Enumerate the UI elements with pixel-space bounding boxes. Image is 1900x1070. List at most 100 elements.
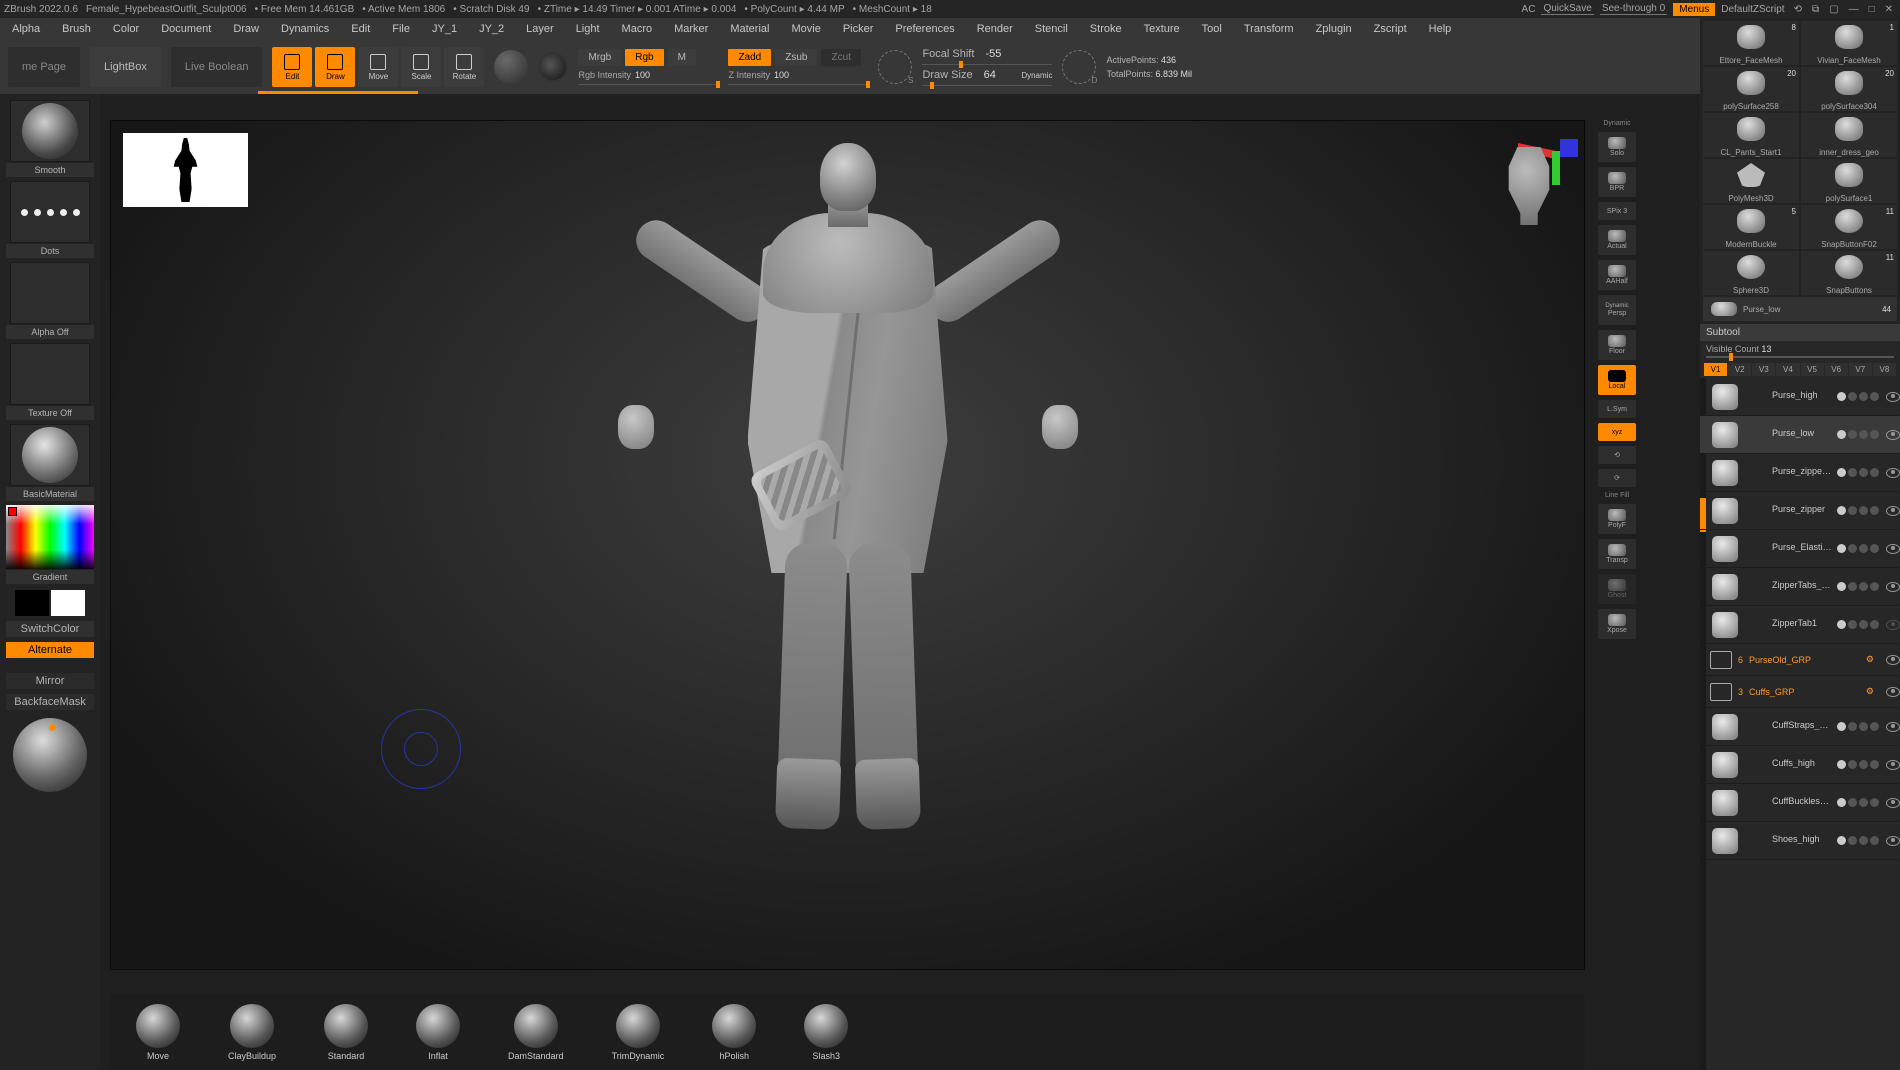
toggle-icon[interactable] [1859,836,1868,845]
library-item[interactable]: 1Vivian_FaceMesh [1801,21,1897,65]
ghost-button[interactable]: Ghost [1598,574,1636,604]
persp-button[interactable]: DynamicPersp [1598,295,1636,325]
toggle-icon[interactable] [1848,836,1857,845]
swatch-white[interactable] [51,590,85,616]
visible-count[interactable]: Visible Count 13 [1700,341,1900,361]
seethrough-slider[interactable]: See-through 0 [1600,3,1667,15]
paint-toggle[interactable] [1837,430,1846,439]
alternate-button[interactable]: Alternate [6,642,94,658]
paint-toggle[interactable] [1837,620,1846,629]
toggle-icon[interactable] [1848,620,1857,629]
brush-preset[interactable]: Standard [324,1004,368,1061]
menu-item[interactable]: Help [1429,23,1452,35]
viewport[interactable] [110,120,1585,970]
toggle-icon[interactable] [1870,722,1879,731]
menu-item[interactable]: Edit [351,23,370,35]
menu-item[interactable]: Transform [1244,23,1294,35]
visibility-eye-icon[interactable] [1886,687,1900,697]
solo-button[interactable]: Solo [1598,132,1636,162]
visibility-eye-icon[interactable] [1886,760,1900,770]
toggle-icon[interactable] [1848,506,1857,515]
xyz-button[interactable]: xyz [1598,423,1636,441]
menu-item[interactable]: Zplugin [1316,23,1352,35]
toggle-icon[interactable] [1848,798,1857,807]
toggle-icon[interactable] [1870,582,1879,591]
library-item[interactable]: inner_dress_geo [1801,113,1897,157]
library-item[interactable]: 20polySurface258 [1703,67,1799,111]
paint-toggle[interactable] [1837,582,1846,591]
switch-color-button[interactable]: SwitchColor [6,621,94,637]
visibility-eye-icon[interactable] [1886,468,1900,478]
paint-toggle[interactable] [1837,544,1846,553]
aahalf-button[interactable]: AAHalf [1598,260,1636,290]
visibility-eye-icon[interactable] [1886,544,1900,554]
focal-shift-slider[interactable] [922,64,1052,65]
vtab[interactable]: V4 [1776,363,1799,376]
subtool-item[interactable]: CuffBuckles_high [1700,784,1900,822]
default-zscript[interactable]: DefaultZScript [1721,4,1784,15]
alpha-slot[interactable]: Alpha Off [6,262,94,339]
paint-toggle[interactable] [1837,506,1846,515]
maximize-icon[interactable]: □ [1866,4,1878,15]
quicksave-button[interactable]: QuickSave [1541,3,1593,15]
transp-button[interactable]: Transp [1598,539,1636,569]
menu-item[interactable]: Brush [62,23,91,35]
menu-item[interactable]: JY_2 [479,23,504,35]
brush-preset[interactable]: DamStandard [508,1004,564,1061]
paint-toggle[interactable] [1837,836,1846,845]
toggle-icon[interactable] [1848,430,1857,439]
visibility-eye-icon[interactable] [1886,620,1900,630]
subtool-item[interactable]: Cuffs_high [1700,746,1900,784]
subtool-item[interactable]: Purse_ElasticStrap_high [1700,530,1900,568]
polyf-button[interactable]: PolyF [1598,504,1636,534]
menu-item[interactable]: JY_1 [432,23,457,35]
vtab[interactable]: V5 [1801,363,1824,376]
brush-preset[interactable]: TrimDynamic [612,1004,665,1061]
menu-item[interactable]: Stencil [1035,23,1068,35]
toggle-icon[interactable] [1870,544,1879,553]
rgb-intensity-slider[interactable] [578,84,718,85]
vtab[interactable]: V3 [1752,363,1775,376]
menu-item[interactable]: Preferences [895,23,954,35]
toggle-icon[interactable] [1859,430,1868,439]
z-intensity-slider[interactable] [728,84,868,85]
toggle-icon[interactable] [1870,506,1879,515]
bpr-button[interactable]: BPR [1598,167,1636,197]
color-picker[interactable]: Gradient [6,505,94,584]
zadd-button[interactable]: Zadd [728,49,771,66]
toggle-icon[interactable] [1859,544,1868,553]
gizmo3d-button[interactable] [494,50,528,84]
edit-mode-button[interactable]: Edit [272,47,312,87]
vtab[interactable]: V7 [1849,363,1872,376]
rgb-intensity-value[interactable]: 100 [635,70,650,80]
toggle-icon[interactable] [1848,544,1857,553]
toggle-icon[interactable] [1859,620,1868,629]
minimize-icon[interactable]: — [1846,4,1862,15]
library-item-active[interactable]: Purse_low44 [1703,297,1897,321]
xpose-button[interactable]: Xpose [1598,609,1636,639]
subtool-item[interactable]: Purse_low [1700,416,1900,454]
texture-slot[interactable]: Texture Off [6,343,94,420]
menus-button[interactable]: Menus [1673,3,1715,16]
axis-lock-cw[interactable]: ⟲ [1598,446,1636,464]
menu-item[interactable]: Alpha [12,23,40,35]
toggle-icon[interactable] [1859,582,1868,591]
menu-item[interactable]: Picker [843,23,874,35]
paint-toggle[interactable] [1837,468,1846,477]
win-icon[interactable]: ▢ [1826,4,1841,15]
library-item[interactable]: 8Ettore_FaceMesh [1703,21,1799,65]
menu-item[interactable]: Macro [622,23,653,35]
brush-preset[interactable]: Slash3 [804,1004,848,1061]
library-item[interactable]: polySurface1 [1801,159,1897,203]
menu-item[interactable]: Color [113,23,139,35]
menu-item[interactable]: Marker [674,23,708,35]
paint-toggle[interactable] [1837,760,1846,769]
live-boolean-button[interactable]: Live Boolean [171,47,263,87]
menu-item[interactable]: Layer [526,23,554,35]
brush-preset[interactable]: Inflat [416,1004,460,1061]
gear-icon[interactable]: ⚙ [1866,686,1874,697]
vtab[interactable]: V2 [1728,363,1751,376]
scale-mode-button[interactable]: Scale [401,47,441,87]
subtool-item[interactable]: Purse_zipperpanel_high [1700,454,1900,492]
toggle-icon[interactable] [1859,798,1868,807]
